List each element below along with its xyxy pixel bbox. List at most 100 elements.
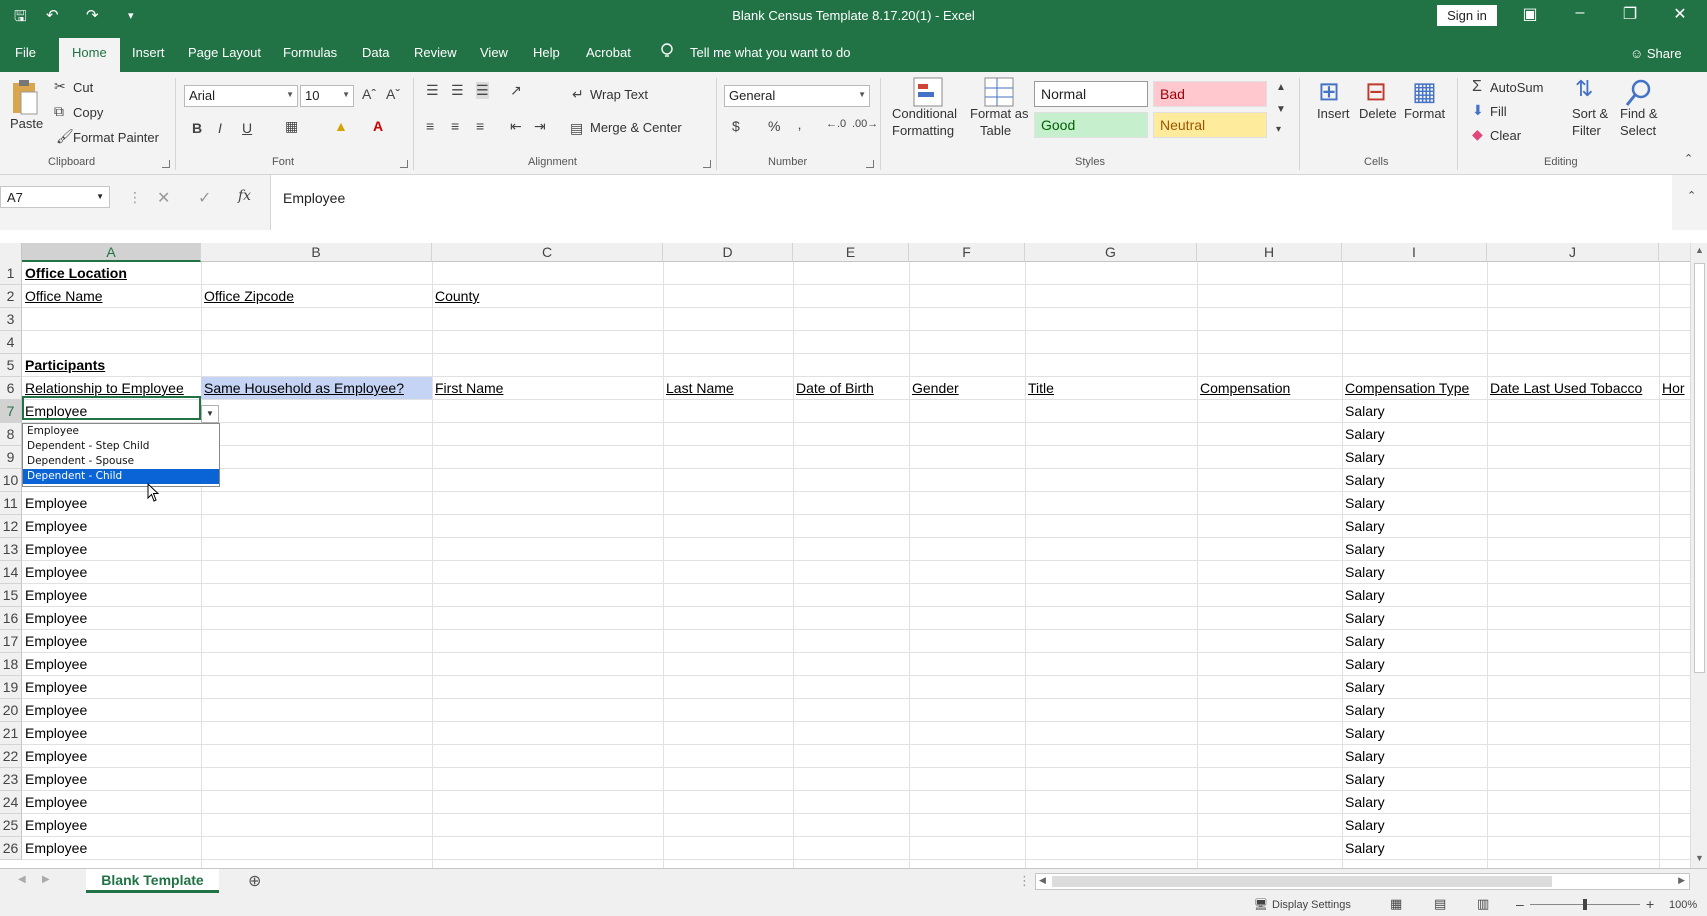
conditional-formatting-icon[interactable]	[912, 76, 946, 110]
cell-b2[interactable]: Office Zipcode	[201, 285, 432, 308]
column-header-a[interactable]: A	[22, 243, 201, 262]
row-header-15[interactable]: 15	[0, 584, 22, 607]
row-header-9[interactable]: 9	[0, 446, 22, 469]
scroll-right-icon[interactable]: ▶	[1678, 875, 1685, 886]
cell-a13[interactable]: Employee	[22, 538, 201, 561]
cell-a2[interactable]: Office Name	[22, 285, 201, 308]
row-header-4[interactable]: 4	[0, 331, 22, 354]
paste-icon[interactable]	[10, 78, 40, 118]
cell-a20[interactable]: Employee	[22, 699, 201, 722]
cell-d6[interactable]: Last Name	[663, 377, 793, 400]
number-format-select[interactable]: General ▼	[724, 85, 870, 107]
cell-a16[interactable]: Employee	[22, 607, 201, 630]
copy-button[interactable]: Copy	[73, 105, 103, 120]
column-header-e[interactable]: E	[793, 243, 909, 262]
cell-b6[interactable]: Same Household as Employee?	[201, 377, 432, 400]
format-cells-icon[interactable]: ▦	[1412, 76, 1437, 107]
cell-c2[interactable]: County	[432, 285, 663, 308]
orientation-icon[interactable]: ↗	[510, 82, 522, 99]
page-break-view-icon[interactable]: ▥	[1477, 896, 1489, 912]
row-header-3[interactable]: 3	[0, 308, 22, 331]
expand-formula-bar-icon[interactable]: ⌃	[1687, 189, 1696, 202]
cell-a5[interactable]: Participants	[22, 354, 201, 377]
dropdown-option-employee[interactable]: Employee	[23, 424, 219, 439]
minimize-icon[interactable]: –	[1565, 4, 1595, 22]
autosum-button[interactable]: AutoSum	[1490, 80, 1543, 95]
paste-button[interactable]: Paste	[10, 116, 43, 131]
cell-k6[interactable]: Hor	[1659, 377, 1690, 400]
align-middle-icon[interactable]: ☰	[451, 82, 464, 99]
cell-i15[interactable]: Salary	[1342, 584, 1487, 607]
format-button[interactable]: Format	[1404, 106, 1445, 121]
cell-i23[interactable]: Salary	[1342, 768, 1487, 791]
ribbon-display-icon[interactable]: ▣	[1515, 4, 1545, 24]
zoom-level[interactable]: 100%	[1669, 899, 1697, 911]
prev-sheet-icon[interactable]: ◀	[18, 874, 26, 885]
sign-in-button[interactable]: Sign in	[1437, 5, 1497, 26]
cell-a23[interactable]: Employee	[22, 768, 201, 791]
tab-acrobat[interactable]: Acrobat	[586, 45, 631, 60]
tab-insert[interactable]: Insert	[132, 45, 165, 60]
row-header-20[interactable]: 20	[0, 699, 22, 722]
scroll-down-icon[interactable]: ▼	[1695, 853, 1704, 863]
dropdown-option-spouse[interactable]: Dependent - Spouse	[23, 454, 219, 469]
close-icon[interactable]: ✕	[1665, 4, 1695, 24]
underline-button[interactable]: U	[242, 120, 252, 136]
tab-review[interactable]: Review	[414, 45, 457, 60]
scroll-up-icon[interactable]: ▲	[1695, 245, 1704, 255]
cell-i25[interactable]: Salary	[1342, 814, 1487, 837]
cell-a17[interactable]: Employee	[22, 630, 201, 653]
row-header-19[interactable]: 19	[0, 676, 22, 699]
cell-a25[interactable]: Employee	[22, 814, 201, 837]
magnifier-icon[interactable]	[1624, 78, 1654, 108]
increase-font-icon[interactable]: Aˆ	[362, 86, 376, 102]
column-header-d[interactable]: D	[663, 243, 793, 262]
row-header-22[interactable]: 22	[0, 745, 22, 768]
style-good[interactable]: Good	[1034, 112, 1148, 138]
cell-i16[interactable]: Salary	[1342, 607, 1487, 630]
cell-i24[interactable]: Salary	[1342, 791, 1487, 814]
font-launcher-icon[interactable]	[400, 160, 408, 168]
cell-i8[interactable]: Salary	[1342, 423, 1487, 446]
comma-button[interactable]: ‚	[798, 116, 801, 132]
sheet-tab-blank-template[interactable]: Blank Template	[86, 869, 219, 893]
tab-data[interactable]: Data	[362, 45, 389, 60]
name-box[interactable]: A7 ▼	[0, 186, 110, 208]
dropdown-option-step-child[interactable]: Dependent - Step Child	[23, 439, 219, 454]
insert-button[interactable]: Insert	[1317, 106, 1350, 121]
cell-i11[interactable]: Salary	[1342, 492, 1487, 515]
cell-i20[interactable]: Salary	[1342, 699, 1487, 722]
add-sheet-icon[interactable]: ⊕	[248, 871, 261, 891]
row-header-11[interactable]: 11	[0, 492, 22, 515]
align-bottom-icon[interactable]: ☰	[476, 82, 489, 99]
wrap-text-button[interactable]: Wrap Text	[590, 87, 648, 102]
row-header-13[interactable]: 13	[0, 538, 22, 561]
cut-button[interactable]: Cut	[73, 80, 93, 95]
tab-home[interactable]: Home	[59, 38, 120, 72]
format-as-table-icon[interactable]	[983, 76, 1017, 110]
insert-function-icon[interactable]: fx	[238, 188, 251, 204]
vertical-scrollbar[interactable]: ▲ ▼	[1690, 243, 1707, 868]
increase-indent-icon[interactable]: ⇥	[534, 118, 546, 135]
row-header-25[interactable]: 25	[0, 814, 22, 837]
cell-i6[interactable]: Compensation Type	[1342, 377, 1487, 400]
cell-h6[interactable]: Compensation	[1197, 377, 1342, 400]
decrease-indent-icon[interactable]: ⇤	[510, 118, 522, 135]
row-header-5[interactable]: 5	[0, 354, 22, 377]
horizontal-scroll-thumb[interactable]	[1052, 876, 1552, 887]
tab-page-layout[interactable]: Page Layout	[188, 45, 261, 60]
column-header-b[interactable]: B	[201, 243, 432, 262]
normal-view-icon[interactable]: ▦	[1390, 896, 1402, 912]
column-header-c[interactable]: C	[432, 243, 663, 262]
cell-i17[interactable]: Salary	[1342, 630, 1487, 653]
tab-help[interactable]: Help	[533, 45, 560, 60]
select-all-corner[interactable]	[0, 243, 22, 262]
column-header-f[interactable]: F	[909, 243, 1025, 262]
cell-i14[interactable]: Salary	[1342, 561, 1487, 584]
align-top-icon[interactable]: ☰	[426, 82, 439, 99]
format-painter-button[interactable]: Format Painter	[73, 130, 159, 145]
cell-i9[interactable]: Salary	[1342, 446, 1487, 469]
cell-g6[interactable]: Title	[1025, 377, 1197, 400]
row-header-10[interactable]: 10	[0, 469, 22, 492]
cell-c6[interactable]: First Name	[432, 377, 663, 400]
